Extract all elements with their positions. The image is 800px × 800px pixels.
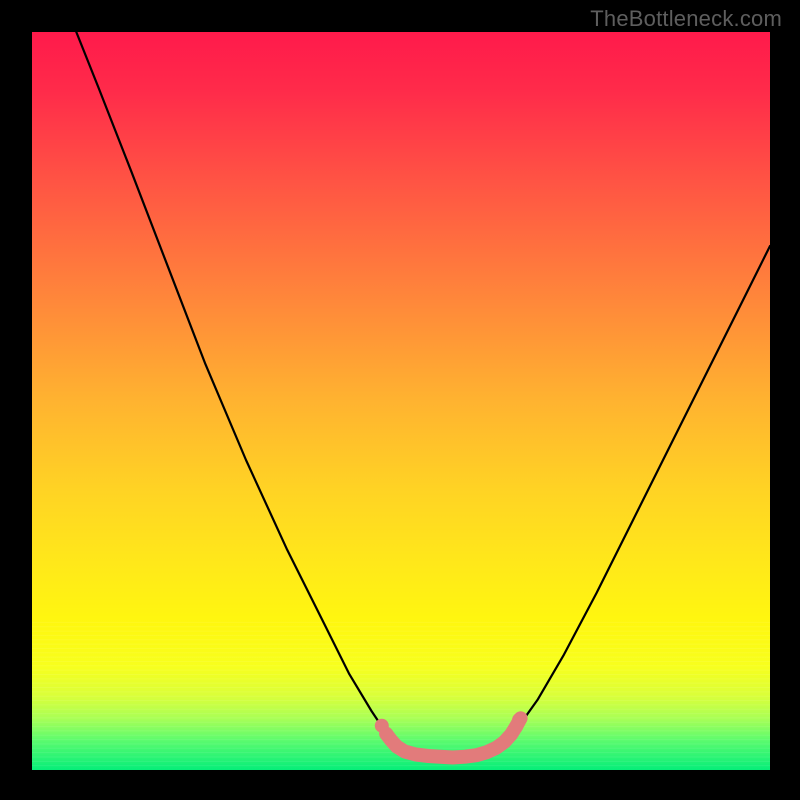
marker-stroke: [386, 718, 520, 757]
bottleneck-curve: [76, 32, 770, 758]
plot-area: [32, 32, 770, 770]
chart-frame: TheBottleneck.com: [0, 0, 800, 800]
marker-dot: [379, 727, 393, 741]
watermark-label: TheBottleneck.com: [590, 6, 782, 32]
marker-dot: [509, 720, 523, 734]
highlighted-markers: [375, 713, 526, 758]
curve-layer: [32, 32, 770, 770]
